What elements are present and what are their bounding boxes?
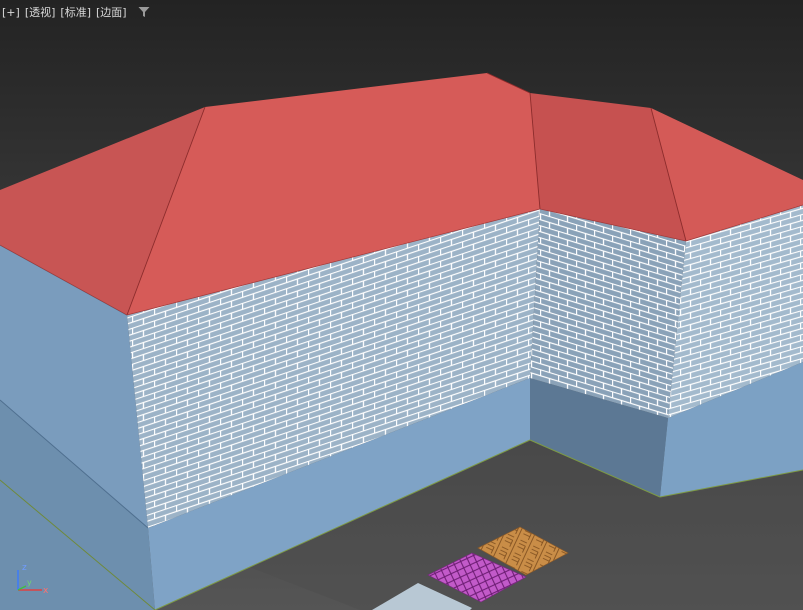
viewport-plus-menu[interactable]: [+] — [2, 6, 20, 19]
viewport-shading-standard-label[interactable]: [标准] — [60, 4, 91, 20]
scene-canvas[interactable] — [0, 0, 803, 610]
axis-x-label: x — [43, 586, 49, 596]
filter-icon[interactable] — [138, 6, 150, 18]
axis-z-label: z — [22, 563, 27, 573]
viewport-edged-faces-label[interactable]: [边面] — [96, 4, 127, 20]
viewport-perspective[interactable]: [+] [透视] [标准] [边面] z x y — [0, 0, 803, 610]
viewport-perspective-label[interactable]: [透视] — [25, 4, 56, 20]
axis-gizmo: z x y — [17, 563, 49, 596]
axis-y-label: y — [27, 578, 32, 587]
viewport-label-menu: [+] [透视] [标准] [边面] — [2, 4, 150, 20]
